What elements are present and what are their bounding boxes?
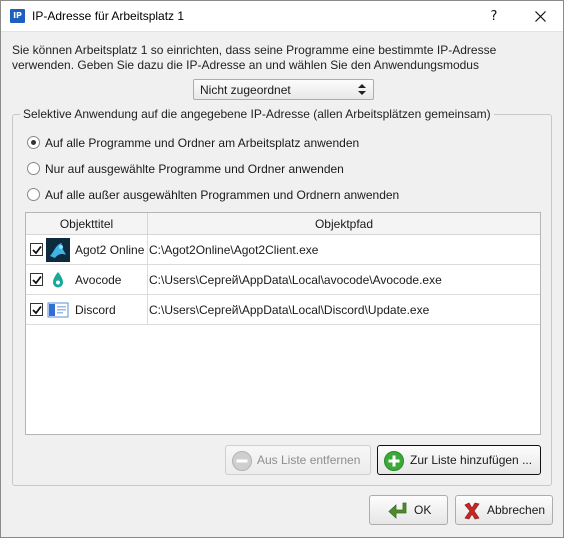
row-title: Agot2 Online — [75, 243, 145, 257]
app-icon: IP — [10, 9, 25, 23]
agot2-icon — [46, 238, 70, 262]
title-bar: IP IP-Adresse für Arbeitsplatz 1 ? — [1, 1, 563, 32]
ip-address-select[interactable]: Nicht zugeordnet — [193, 79, 374, 100]
cancel-button-label: Abbrechen — [487, 503, 546, 517]
cancel-button[interactable]: Abbrechen — [455, 495, 553, 525]
dialog-window: IP IP-Adresse für Arbeitsplatz 1 ? Sie k… — [0, 0, 564, 538]
add-icon — [384, 451, 404, 471]
intro-text: Sie können Arbeitsplatz 1 so einrichten,… — [12, 43, 552, 73]
column-divider — [147, 235, 148, 264]
ok-button-label: OK — [414, 503, 432, 517]
radio-button[interactable] — [27, 162, 40, 175]
table-header: Objekttitel Objektpfad — [26, 213, 540, 235]
ip-address-select-value: Nicht zugeordnet — [200, 83, 291, 97]
checkmark-icon — [32, 275, 42, 285]
radio-apply-selected[interactable]: Nur auf ausgewählte Programme und Ordner… — [27, 161, 367, 177]
remove-button-label: Aus Liste entfernen — [257, 453, 361, 467]
updown-arrow-icon — [358, 84, 366, 95]
column-divider — [147, 295, 148, 324]
intro-line-2: verwenden. Geben Sie dazu die IP-Adresse… — [12, 58, 479, 72]
radio-label: Auf alle Programme und Ordner am Arbeits… — [45, 136, 360, 150]
table-row[interactable]: Agot2 Online C:\Agot2Online\Agot2Client.… — [26, 235, 540, 265]
row-title: Avocode — [75, 273, 122, 287]
add-to-list-button[interactable]: Zur Liste hinzufügen ... — [377, 445, 541, 475]
column-divider — [147, 265, 148, 294]
objects-table[interactable]: Objekttitel Objektpfad Agot2 Online C:\A… — [25, 212, 541, 435]
radio-label: Nur auf ausgewählte Programme und Ordner… — [45, 162, 344, 176]
row-path: C:\Users\Сергей\AppData\Local\avocode\Av… — [149, 273, 442, 287]
row-checkbox[interactable] — [30, 273, 43, 286]
group-legend: Selektive Anwendung auf die angegebene I… — [20, 107, 494, 121]
radio-apply-all-except[interactable]: Auf alle außer ausgewählten Programmen u… — [27, 187, 417, 203]
table-row[interactable]: Avocode C:\Users\Сергей\AppData\Local\av… — [26, 265, 540, 295]
checkmark-icon — [32, 305, 42, 315]
row-path: C:\Agot2Online\Agot2Client.exe — [149, 243, 319, 257]
table-row[interactable]: Discord C:\Users\Сергей\AppData\Local\Di… — [26, 295, 540, 325]
ok-button[interactable]: OK — [369, 495, 448, 525]
help-button[interactable]: ? — [471, 1, 517, 32]
radio-button[interactable] — [27, 188, 40, 201]
ok-arrow-icon — [388, 502, 407, 519]
row-path: C:\Users\Сергей\AppData\Local\Discord\Up… — [149, 303, 430, 317]
checkmark-icon — [32, 245, 42, 255]
row-checkbox[interactable] — [30, 303, 43, 316]
radio-apply-all[interactable]: Auf alle Programme und Ordner am Arbeits… — [27, 135, 387, 151]
remove-icon — [232, 451, 252, 471]
add-button-label: Zur Liste hinzufügen ... — [410, 453, 533, 467]
close-button[interactable] — [517, 1, 563, 32]
row-title: Discord — [75, 303, 116, 317]
cancel-x-icon — [464, 502, 480, 520]
close-icon — [534, 11, 546, 22]
window-title: IP-Adresse für Arbeitsplatz 1 — [32, 9, 185, 23]
radio-label: Auf alle außer ausgewählten Programmen u… — [45, 188, 400, 202]
discord-icon — [47, 302, 69, 318]
row-checkbox[interactable] — [30, 243, 43, 256]
intro-line-1: Sie können Arbeitsplatz 1 so einrichten,… — [12, 43, 497, 57]
column-header-title[interactable]: Objekttitel — [26, 217, 147, 231]
radio-button-checked[interactable] — [27, 136, 40, 149]
avocode-icon — [53, 272, 63, 288]
remove-from-list-button[interactable]: Aus Liste entfernen — [225, 445, 371, 475]
column-header-path[interactable]: Objektpfad — [148, 217, 540, 231]
